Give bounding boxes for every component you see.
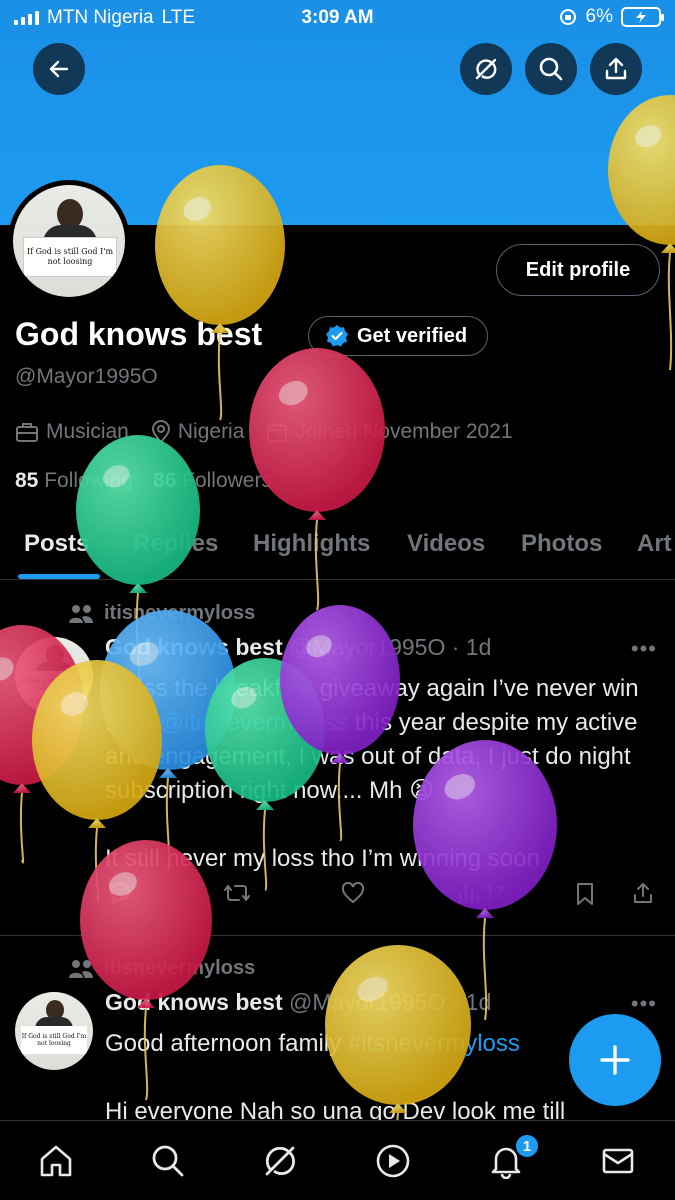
get-verified-label: Get verified	[357, 324, 468, 347]
more-options-button[interactable]: •••	[631, 991, 657, 1017]
verified-badge-icon	[326, 325, 348, 347]
people-icon	[69, 604, 93, 623]
repost-icon	[224, 885, 250, 901]
views-chart-icon	[458, 884, 479, 904]
profession-label: Musician	[46, 420, 129, 443]
battery-icon	[621, 7, 664, 27]
reposted-by: itisnevermyloss	[104, 957, 256, 979]
status-bar: MTN Nigeria LTE 3:09 AM 6%	[0, 0, 675, 36]
tab-videos[interactable]: Videos	[407, 530, 485, 558]
post-header: God knows best @Mayor1995O · 1d	[105, 634, 491, 661]
more-options-button[interactable]: •••	[631, 636, 657, 662]
post-avatar[interactable]: If God is still God I'm not loosing	[15, 637, 93, 715]
share-icon	[605, 57, 627, 80]
post-text: I miss the breakfast giveaway again I’ve…	[105, 675, 639, 872]
briefcase-icon	[16, 423, 38, 442]
bookmark-button[interactable]	[575, 882, 595, 906]
profile-handle: @Mayor1995O	[15, 365, 158, 388]
repost-indicator: itisnevermyloss	[68, 957, 255, 980]
compose-button[interactable]	[569, 1014, 661, 1106]
calendar-icon	[267, 423, 288, 442]
tab-posts[interactable]: Posts	[24, 530, 89, 558]
heart-icon	[341, 882, 365, 904]
tab-replies[interactable]: Replies	[133, 530, 218, 558]
reply-icon	[109, 882, 131, 904]
profile-name: God knows best	[15, 316, 263, 352]
post-item[interactable]: itisnevermyloss If God is still God I'm …	[0, 937, 675, 1125]
reposted-by: itisnevermyloss	[104, 602, 256, 624]
repost-button[interactable]	[223, 882, 251, 904]
edit-profile-button[interactable]: Edit profile	[496, 244, 660, 296]
search-icon	[539, 57, 563, 81]
nav-grok[interactable]	[260, 1141, 300, 1181]
nav-search[interactable]	[148, 1141, 188, 1181]
bottom-navigation	[0, 1120, 675, 1200]
views-count: 17	[485, 882, 506, 903]
grok-icon	[265, 1146, 295, 1176]
nav-messages[interactable]	[598, 1141, 638, 1181]
tab-articles[interactable]: Art	[637, 530, 672, 558]
profile-meta: Musician Nigeria Joined November 2021	[15, 420, 513, 444]
share-button[interactable]	[590, 43, 642, 95]
battery-percent: 6%	[585, 6, 613, 27]
orientation-lock-icon	[559, 9, 576, 25]
repost-indicator: itisnevermyloss	[68, 602, 255, 625]
back-button[interactable]	[33, 43, 85, 95]
location-label: Nigeria	[177, 420, 245, 443]
followers-link[interactable]: 86 Followers	[153, 469, 272, 493]
post-author[interactable]: God knows best	[105, 634, 283, 660]
follow-stats: 85 Following 86 Followers	[15, 469, 272, 493]
grok-icon	[475, 58, 497, 80]
tab-highlights[interactable]: Highlights	[253, 530, 370, 558]
get-verified-button[interactable]: Get verified	[308, 316, 489, 356]
grok-button[interactable]	[460, 43, 512, 95]
plus-icon	[600, 1045, 630, 1075]
following-link[interactable]: 85 Following	[15, 469, 133, 493]
post-item[interactable]: itisnevermyloss If God is still God I'm …	[0, 582, 675, 936]
notifications-badge: 1	[514, 1133, 540, 1159]
views-button[interactable]: 17	[457, 882, 505, 904]
like-button[interactable]	[341, 882, 365, 904]
mention-link[interactable]: @itisnevermyloss	[160, 709, 348, 736]
post-actions: 17	[105, 882, 660, 918]
post-header: God knows best @Mayor1995O · 1d	[105, 989, 491, 1016]
mail-icon	[602, 1148, 634, 1174]
location-pin-icon	[151, 420, 170, 444]
profile-tabs: Posts Replies Highlights Videos Photos A…	[0, 510, 675, 580]
reply-button[interactable]	[107, 882, 131, 904]
profile-avatar[interactable]: If God is still God I'm not loosing	[8, 180, 130, 302]
post-meta: @Mayor1995O · 1d	[289, 634, 492, 660]
post-meta: @Mayor1995O · 1d	[289, 989, 492, 1015]
active-tab-indicator	[18, 574, 100, 579]
people-icon	[69, 959, 93, 978]
arrow-left-icon	[49, 60, 69, 78]
bookmark-icon	[577, 883, 593, 905]
hashtag-link[interactable]: #itsnevermyloss	[348, 1030, 520, 1057]
joined-label: Joined November 2021	[295, 420, 513, 443]
nav-home[interactable]	[36, 1141, 76, 1181]
post-avatar[interactable]: If God is still God I'm not loosing	[15, 992, 93, 1070]
post-author[interactable]: God knows best	[105, 989, 283, 1015]
search-button[interactable]	[525, 43, 577, 95]
avatar-card-text: If God is still God I'm not loosing	[23, 237, 117, 277]
post-share-button[interactable]	[632, 882, 654, 904]
share-icon	[634, 883, 652, 903]
search-icon	[152, 1145, 184, 1177]
play-circle-icon	[376, 1144, 410, 1178]
tab-photos[interactable]: Photos	[521, 530, 602, 558]
home-icon	[40, 1145, 72, 1177]
nav-video[interactable]	[373, 1141, 413, 1181]
